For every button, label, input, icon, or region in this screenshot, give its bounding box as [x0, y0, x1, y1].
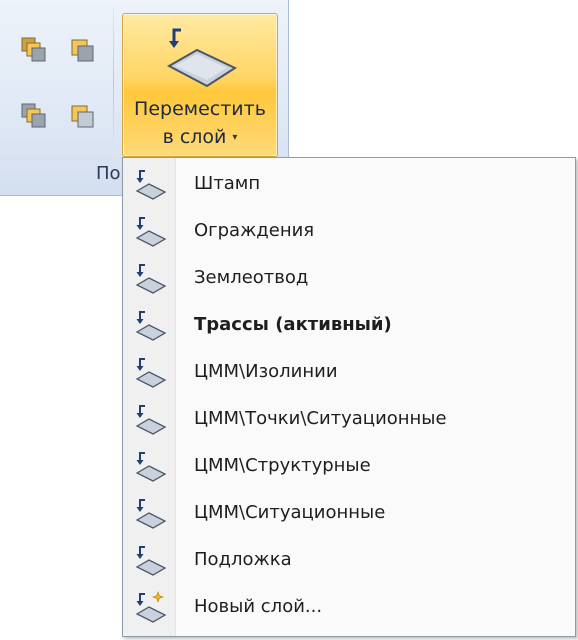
move-to-layer-label-line1: Переместить — [134, 98, 266, 120]
move-to-layer-icon — [135, 311, 167, 341]
bring-to-front-icon — [21, 103, 46, 128]
move-to-layer-icon — [135, 358, 167, 388]
dropdown-arrow-icon: ▾ — [232, 132, 238, 143]
menu-item[interactable]: ЦММ\Ситуационные — [124, 491, 574, 537]
send-backward-icon — [71, 39, 94, 62]
menu-item-label: ЦММ\Точки\Ситуационные — [194, 408, 447, 429]
menu-item-label: ЦММ\Изолинии — [194, 361, 338, 382]
menu-item-label: ЦММ\Ситуационные — [194, 502, 386, 523]
menu-item[interactable]: Подложка — [124, 538, 574, 584]
menu-item-label: Трассы (активный) — [194, 314, 392, 335]
bring-to-front-button[interactable] — [14, 96, 54, 136]
menu-item-label: Штамп — [194, 173, 261, 194]
group-separator — [113, 8, 114, 158]
move-to-layer-icon — [166, 28, 238, 88]
move-to-layer-icon — [135, 452, 167, 482]
menu-item[interactable]: ЦММ\Изолинии — [124, 350, 574, 396]
send-backward-button[interactable] — [62, 30, 102, 70]
bring-forward-icon — [21, 37, 46, 62]
menu-item[interactable]: Новый слой... — [124, 585, 574, 631]
menu-item-label: Новый слой... — [194, 596, 323, 617]
menu-item-label: Подложка — [194, 549, 292, 570]
move-to-layer-icon — [135, 546, 167, 576]
menu-item[interactable]: ЦММ\Структурные — [124, 444, 574, 490]
menu-item[interactable]: Ограждения — [124, 209, 574, 255]
move-to-layer-icon — [135, 217, 167, 247]
menu-item[interactable]: ЦММ\Точки\Ситуационные — [124, 397, 574, 443]
move-to-layer-menu: Штамп Ограждения Землеотвод Трассы (активны… — [122, 157, 576, 637]
new-layer-icon — [135, 591, 167, 623]
send-to-back-button[interactable] — [62, 96, 102, 136]
menu-item[interactable]: Штамп — [124, 162, 574, 208]
menu-item-label: ЦММ\Структурные — [194, 455, 371, 476]
bring-forward-button[interactable] — [14, 30, 54, 70]
move-to-layer-icon — [135, 499, 167, 529]
group-label: По — [96, 163, 121, 184]
menu-item-label: Землеотвод — [194, 267, 309, 288]
menu-item[interactable]: Трассы (активный) — [124, 303, 574, 349]
move-to-layer-icon — [135, 264, 167, 294]
move-to-layer-icon — [135, 405, 167, 435]
move-to-layer-icon — [135, 170, 167, 200]
move-to-layer-button[interactable]: Переместить в слой ▾ — [122, 13, 278, 157]
move-to-layer-label-line2: в слой ▾ — [162, 126, 238, 148]
menu-item[interactable]: Землеотвод — [124, 256, 574, 302]
menu-item-label: Ограждения — [194, 220, 315, 241]
send-to-back-icon — [71, 105, 94, 128]
